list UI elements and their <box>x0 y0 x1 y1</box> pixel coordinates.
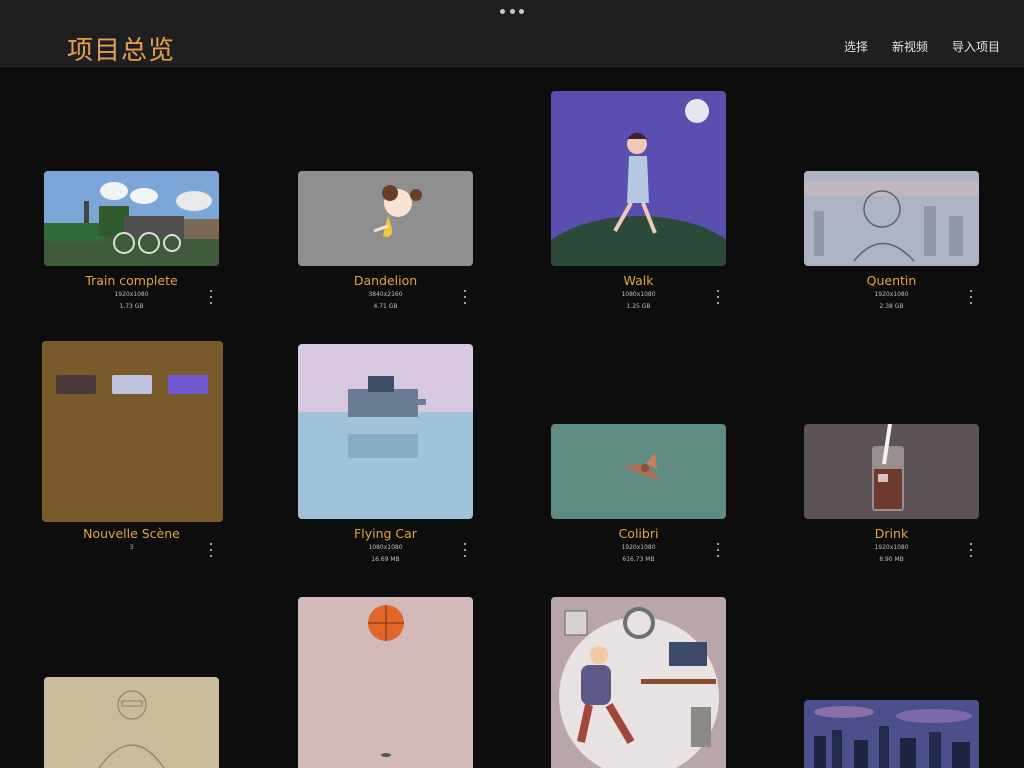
project-info-drink: Drink 1920x1080 8.90 MB <box>804 526 979 566</box>
more-options-icon[interactable] <box>206 543 216 557</box>
project-resolution: 1920x1080 <box>874 544 909 551</box>
project-info-walk: Walk 1080x1080 1.25 GB <box>551 273 726 313</box>
project-name: Flying Car <box>354 526 417 541</box>
import-project-button[interactable]: 导入项目 <box>952 38 1000 55</box>
page-title: 项目总览 <box>67 36 176 66</box>
project-thumbnail-quentin[interactable] <box>804 171 979 266</box>
project-info-colibri: Colibri 1920x1080 616.73 MB <box>551 526 726 566</box>
project-resolution: 3840x2160 <box>368 291 403 298</box>
project-name: Dandelion <box>353 273 418 288</box>
project-resolution: 1920x1080 <box>621 544 656 551</box>
more-options-icon[interactable] <box>460 290 470 304</box>
project-info-flying-car: Flying Car 1080x1080 16.69 MB <box>298 526 473 566</box>
more-options-icon[interactable] <box>206 290 216 304</box>
project-info-train: Train complete 1920x1080 1.73 GB <box>44 273 219 313</box>
project-info-quentin: Quentin 1920x1080 2.38 GB <box>804 273 979 313</box>
project-thumbnail-city[interactable] <box>804 700 979 768</box>
project-name: Walk <box>623 273 654 288</box>
project-resolution: 1080x1080 <box>368 544 403 551</box>
project-thumbnail-sketch[interactable] <box>44 677 219 768</box>
project-size: 16.69 MB <box>371 556 400 563</box>
project-count: 3 <box>129 544 134 551</box>
project-info-dandelion: Dandelion 3840x2160 4.71 GB <box>298 273 473 313</box>
project-thumbnail-train[interactable] <box>44 171 219 266</box>
project-size: 2.38 GB <box>879 303 904 310</box>
project-name: Nouvelle Scène <box>83 526 180 541</box>
project-resolution: 1080x1080 <box>621 291 656 298</box>
more-options-icon[interactable] <box>966 290 976 304</box>
project-folder-nouvelle-scene[interactable] <box>42 341 223 522</box>
project-resolution: 1920x1080 <box>114 291 149 298</box>
header-actions: 选择 新视频 导入项目 <box>844 38 1000 55</box>
project-info-nouvelle-scene: Nouvelle Scène 3 <box>44 526 219 557</box>
project-thumbnail-flying-car[interactable] <box>298 344 473 519</box>
project-size: 8.90 MB <box>879 556 904 563</box>
project-thumbnail-desk[interactable] <box>551 597 726 768</box>
more-options-icon[interactable] <box>713 543 723 557</box>
select-button[interactable]: 选择 <box>844 38 868 55</box>
project-thumbnail-drink[interactable] <box>804 424 979 519</box>
project-thumbnail-walk[interactable] <box>551 91 726 266</box>
top-bar: 项目总览 选择 新视频 导入项目 <box>0 0 1024 67</box>
more-options-icon[interactable] <box>713 290 723 304</box>
project-size: 4.71 GB <box>373 303 398 310</box>
project-size: 616.73 MB <box>622 556 655 563</box>
more-options-icon[interactable] <box>966 543 976 557</box>
window-handle-icon[interactable] <box>500 6 524 16</box>
project-name: Colibri <box>618 526 659 541</box>
more-options-icon[interactable] <box>460 543 470 557</box>
project-size: 1.25 GB <box>626 303 651 310</box>
project-name: Quentin <box>866 273 917 288</box>
project-size: 1.73 GB <box>119 303 144 310</box>
project-thumbnail-dandelion[interactable] <box>298 171 473 266</box>
project-name: Drink <box>874 526 909 541</box>
project-thumbnail-basketball[interactable] <box>298 597 473 768</box>
project-thumbnail-colibri[interactable] <box>551 424 726 519</box>
project-resolution: 1920x1080 <box>874 291 909 298</box>
project-name: Train complete <box>85 273 178 288</box>
new-video-button[interactable]: 新视频 <box>892 38 928 55</box>
